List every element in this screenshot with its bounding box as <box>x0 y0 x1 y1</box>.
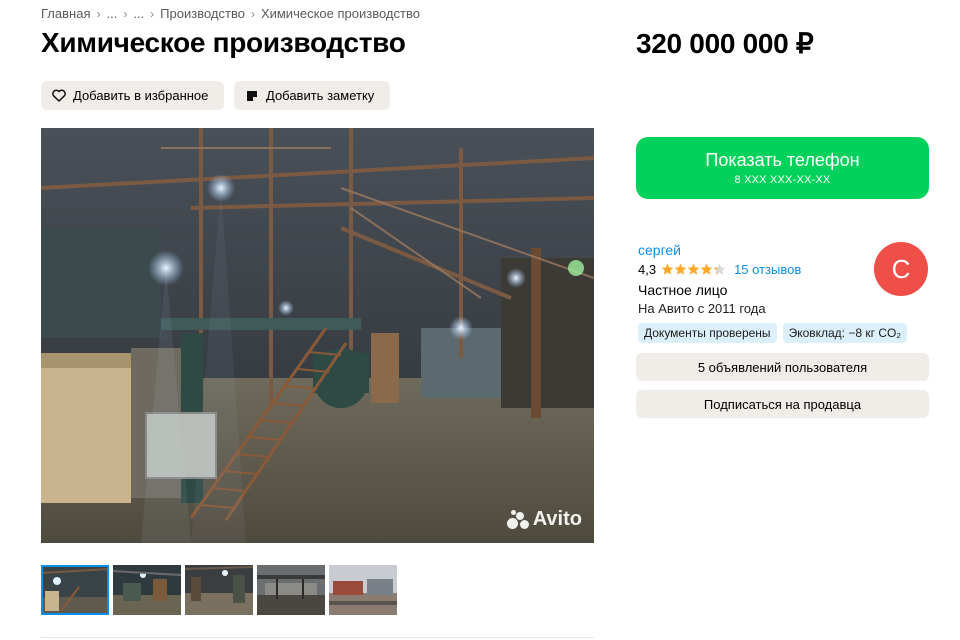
add-note-label: Добавить заметку <box>266 88 375 103</box>
note-icon <box>244 88 260 104</box>
show-phone-label: Показать телефон <box>705 150 860 170</box>
breadcrumb-separator: › <box>123 6 128 21</box>
seller-badges: Документы проверены Эковклад: −8 кг CO₂ <box>638 323 907 343</box>
breadcrumb-category[interactable]: Производство <box>160 6 245 21</box>
seller-since: На Авито с 2011 года <box>638 301 766 316</box>
seller-name-link[interactable]: сергей <box>638 242 681 258</box>
breadcrumb-home[interactable]: Главная <box>41 6 90 21</box>
breadcrumb-subcategory[interactable]: Химическое производство <box>261 6 420 21</box>
breadcrumb-collapsed-2[interactable]: ... <box>133 6 144 21</box>
heart-icon <box>51 88 67 104</box>
avatar[interactable]: С <box>874 242 928 296</box>
breadcrumb-separator: › <box>96 6 101 21</box>
breadcrumb-separator: › <box>250 6 255 21</box>
star-icon <box>661 263 674 276</box>
seller-listings-label: 5 объявлений пользователя <box>697 359 868 375</box>
thumbnail-2[interactable] <box>113 565 181 615</box>
add-to-favorites-button[interactable]: Добавить в избранное <box>41 81 224 110</box>
star-icon <box>700 263 713 276</box>
eco-contribution-badge[interactable]: Эковклад: −8 кг CO₂ <box>782 323 907 343</box>
rating-stars <box>661 263 726 276</box>
breadcrumb: Главная › ... › ... › Производство › Хим… <box>41 6 420 21</box>
listing-title: Химическое производство <box>41 27 406 58</box>
thumbnail-strip <box>41 565 397 615</box>
subscribe-seller-button[interactable]: Подписаться на продавца <box>636 390 929 418</box>
listing-price: 320 000 000 ₽ <box>636 28 814 59</box>
show-phone-button[interactable]: Показать телефон 8 XXX XXX-XX-XX <box>636 137 929 199</box>
factory-interior-image <box>41 128 594 543</box>
avito-watermark: Avito <box>506 508 582 531</box>
rating-value: 4,3 <box>638 262 657 277</box>
seller-rating: 4,3 15 отзывов <box>638 262 801 277</box>
star-icon <box>674 263 687 276</box>
thumbnail-4[interactable] <box>257 565 325 615</box>
seller-type: Частное лицо <box>638 282 728 298</box>
reviews-link[interactable]: 15 отзывов <box>734 262 801 277</box>
star-icon <box>687 263 700 276</box>
star-icon <box>713 263 726 276</box>
avatar-letter: С <box>891 253 911 284</box>
breadcrumb-separator: › <box>150 6 155 21</box>
main-photo[interactable]: Avito <box>41 128 594 543</box>
watermark-text: Avito <box>532 508 582 530</box>
avito-logo-icon <box>506 509 529 530</box>
thumbnail-3[interactable] <box>185 565 253 615</box>
subscribe-seller-label: Подписаться на продавца <box>703 396 862 412</box>
thumbnail-5[interactable] <box>329 565 397 615</box>
add-to-favorites-label: Добавить в избранное <box>73 88 209 103</box>
documents-verified-badge[interactable]: Документы проверены <box>638 323 777 343</box>
add-note-button[interactable]: Добавить заметку <box>234 81 390 110</box>
gallery-divider <box>41 637 594 638</box>
seller-listings-button[interactable]: 5 объявлений пользователя <box>636 353 929 381</box>
thumbnail-1[interactable] <box>41 565 109 615</box>
breadcrumb-collapsed-1[interactable]: ... <box>106 6 117 21</box>
masked-phone-number: 8 XXX XXX-XX-XX <box>734 174 831 186</box>
